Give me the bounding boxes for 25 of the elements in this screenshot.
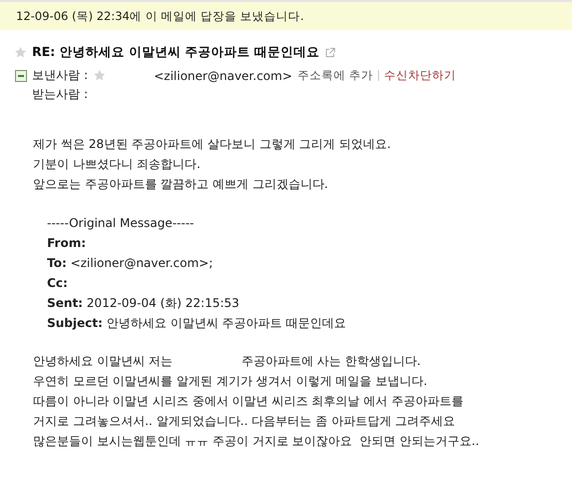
header-field: Subject: 안녕하세요 이말년씨 주공아파트 때문인데요: [47, 313, 572, 333]
body-text-line: 기분이 나쁘셨다니 죄송합니다.: [33, 156, 202, 173]
header-field: From:: [47, 233, 572, 253]
original-message-header: -----Original Message-----: [47, 215, 195, 232]
body-text-line: 우연히 모르던 이말년씨를 알게된 계기가 생겨서 이렇게 메일을 보냅니다.: [33, 373, 428, 390]
header-field: Sent: 2012-09-04 (화) 22:15:53: [47, 293, 572, 313]
recipient-label: 받는사람 :: [32, 87, 88, 101]
body-text-line: 따름이 아니라 이말년 시리즈 중에서 이말년 씨리즈 최후의날 에서 주공아파트를: [33, 393, 464, 410]
add-contact-link[interactable]: 주소록에 추가: [297, 68, 373, 83]
sender-address: <zilioner@naver.com>: [154, 68, 292, 82]
external-link-icon[interactable]: [324, 46, 336, 58]
sender-label: 보낸사람 :: [32, 67, 88, 84]
star-icon[interactable]: [92, 69, 106, 82]
body-text-line: 안녕하세요 이말년씨 저는 주공아파트에 사는 한학생입니다.: [33, 353, 422, 370]
header-field: To: <zilioner@naver.com>;: [47, 253, 572, 273]
collapse-icon[interactable]: [15, 70, 27, 82]
reply-notice: 12-09-06 (목) 22:34에 이 메일에 답장을 보냈습니다.: [0, 0, 572, 30]
star-icon[interactable]: [14, 46, 27, 58]
body-text-line: 거지로 그려놓으셔서.. 알게되었습니다.. 다음부터는 좀 아파트답게 그려주세요: [33, 413, 456, 430]
header-field: Cc:: [47, 273, 572, 293]
email-subject: RE: 안녕하세요 이말년씨 주공아파트 때문인데요: [32, 44, 320, 60]
body-text-line: 앞으로는 주공아파트를 깔끔하고 예쁘게 그리겠습니다.: [33, 176, 330, 193]
body-text-line: 많은분들이 보시는웹툰인데 ㅠㅠ 주공이 거지로 보이잖아요 안되면 안되는거구요..: [33, 433, 480, 450]
block-sender-link[interactable]: 수신차단하기: [384, 68, 456, 83]
body-text-line: 제가 썩은 28년된 주공아파트에 살다보니 그렇게 그리게 되었네요.: [33, 136, 392, 153]
